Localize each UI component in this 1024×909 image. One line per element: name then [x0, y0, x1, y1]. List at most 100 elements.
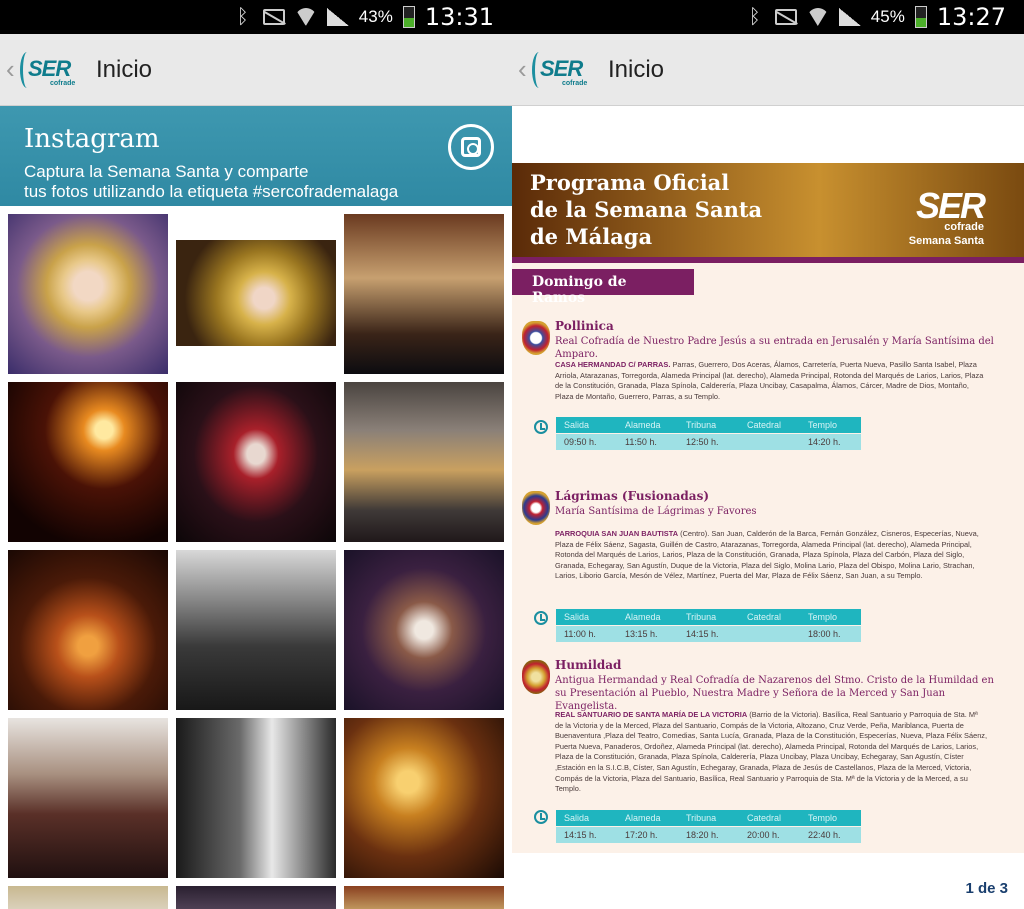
- procession-route: PARROQUIA SAN JUAN BAUTISTA (Centro). Sa…: [555, 529, 988, 582]
- time-tribuna: 14:15 h.: [678, 629, 739, 639]
- program-screen: 45% 13:27 ‹ SER cofrade Inicio Programa …: [512, 0, 1024, 909]
- photo-tile[interactable]: [344, 382, 504, 542]
- photo-grid: [0, 206, 512, 906]
- schedule-table: SalidaAlamedaTribunaCatedralTemplo 14:15…: [556, 810, 861, 843]
- time-salida: 11:00 h.: [556, 629, 617, 639]
- page-indicator: 1 de 3: [965, 880, 1008, 897]
- photo-tile[interactable]: [344, 214, 504, 374]
- instagram-title: Instagram: [24, 124, 488, 154]
- procession-subtitle: María Santísima de Lágrimas y Favores: [555, 505, 995, 518]
- col-templo: Templo: [800, 420, 861, 430]
- time-salida: 14:15 h.: [556, 830, 617, 840]
- wifi-icon: [295, 8, 317, 26]
- brand-subtext-2: Semana Santa: [909, 235, 984, 247]
- battery-percent: 45%: [871, 7, 905, 27]
- program-page[interactable]: Programa Oficial de la Semana Santa de M…: [512, 163, 1024, 853]
- time-templo: 18:00 h.: [800, 629, 861, 639]
- instagram-camera-icon[interactable]: [448, 124, 494, 170]
- logo-text: SER: [540, 56, 582, 82]
- time-templo: 14:20 h.: [800, 437, 861, 447]
- col-alameda: Alameda: [617, 420, 678, 430]
- bluetooth-icon: [747, 8, 765, 26]
- app-logo[interactable]: SER cofrade: [20, 48, 78, 92]
- route-origin: CASA HERMANDAD C/ PARRAS.: [555, 360, 670, 369]
- mute-icon: [263, 9, 285, 25]
- status-bar: 43% 13:31: [0, 0, 512, 34]
- instagram-screen: 43% 13:31 ‹ SER cofrade Inicio Instagram…: [0, 0, 512, 909]
- program-banner: Programa Oficial de la Semana Santa de M…: [512, 163, 1024, 263]
- procession-entry: Humildad Antigua Hermandad y Real Cofrad…: [512, 658, 1024, 848]
- schedule-header: SalidaAlamedaTribunaCatedralTemplo: [556, 417, 861, 433]
- photo-tile[interactable]: [176, 718, 336, 878]
- page-title: Inicio: [96, 56, 152, 84]
- procession-name: Lágrimas (Fusionadas): [555, 489, 709, 503]
- photo-tile[interactable]: [8, 718, 168, 878]
- battery-icon: [915, 6, 927, 28]
- schedule-row: 11:00 h.13:15 h.14:15 h. 18:00 h.: [556, 626, 861, 642]
- instagram-line-2: tus fotos utilizando la etiqueta #sercof…: [24, 182, 488, 202]
- photo-tile[interactable]: [8, 550, 168, 710]
- procession-name: Humildad: [555, 658, 621, 672]
- signal-icon: [839, 8, 861, 26]
- app-logo[interactable]: SER cofrade: [532, 48, 590, 92]
- schedule-row: 09:50 h.11:50 h.12:50 h. 14:20 h.: [556, 434, 861, 450]
- col-alameda: Alameda: [617, 612, 678, 622]
- clock-icon: [534, 420, 548, 434]
- photo-tile[interactable]: [8, 886, 168, 909]
- time-alameda: 13:15 h.: [617, 629, 678, 639]
- photo-tile[interactable]: [344, 550, 504, 710]
- clock-icon: [534, 810, 548, 824]
- col-salida: Salida: [556, 813, 617, 823]
- col-catedral: Catedral: [739, 813, 800, 823]
- photo-tile[interactable]: [176, 886, 336, 909]
- clock-icon: [534, 611, 548, 625]
- col-tribuna: Tribuna: [678, 612, 739, 622]
- photo-tile[interactable]: [176, 550, 336, 710]
- day-heading: Domingo de Ramos: [512, 269, 694, 295]
- route-text: (Barrio de la Victoria). Basílica, Real …: [555, 710, 987, 793]
- clock-time: 13:31: [425, 3, 494, 31]
- col-catedral: Catedral: [739, 420, 800, 430]
- schedule-table: SalidaAlamedaTribunaCatedralTemplo 11:00…: [556, 609, 861, 642]
- battery-percent: 43%: [359, 7, 393, 27]
- program-title-line-2: de la Semana Santa: [530, 196, 762, 223]
- photo-tile[interactable]: [176, 382, 336, 542]
- bluetooth-icon: [235, 8, 253, 26]
- route-origin: REAL SANTUARIO DE SANTA MARÍA DE LA VICT…: [555, 710, 747, 719]
- schedule-row: 14:15 h.17:20 h.18:20 h.20:00 h.22:40 h.: [556, 827, 861, 843]
- col-tribuna: Tribuna: [678, 420, 739, 430]
- col-catedral: Catedral: [739, 612, 800, 622]
- time-templo: 22:40 h.: [800, 830, 861, 840]
- crest-icon: [522, 660, 550, 694]
- photo-tile[interactable]: [344, 886, 504, 909]
- time-alameda: 17:20 h.: [617, 830, 678, 840]
- instagram-banner[interactable]: Instagram Captura la Semana Santa y comp…: [0, 106, 512, 206]
- photo-tile[interactable]: [176, 240, 336, 346]
- procession-route: CASA HERMANDAD C/ PARRAS. Parras, Guerre…: [555, 360, 988, 402]
- procession-name: Pollinica: [555, 319, 614, 333]
- mute-icon: [775, 9, 797, 25]
- program-title: Programa Oficial de la Semana Santa de M…: [530, 169, 762, 250]
- photo-tile[interactable]: [8, 214, 168, 374]
- time-salida: 09:50 h.: [556, 437, 617, 447]
- back-chevron-icon[interactable]: ‹: [518, 54, 532, 85]
- col-templo: Templo: [800, 813, 861, 823]
- brand-subtext: cofrade: [944, 221, 984, 233]
- time-tribuna: 12:50 h.: [678, 437, 739, 447]
- action-bar: ‹ SER cofrade Inicio: [512, 34, 1024, 106]
- crest-icon: [522, 321, 550, 355]
- time-catedral: 20:00 h.: [739, 830, 800, 840]
- time-alameda: 11:50 h.: [617, 437, 678, 447]
- col-salida: Salida: [556, 420, 617, 430]
- procession-entry: Pollinica Real Cofradía de Nuestro Padre…: [512, 319, 1024, 459]
- back-chevron-icon[interactable]: ‹: [6, 54, 20, 85]
- logo-subtext: cofrade: [50, 80, 75, 87]
- procession-route: REAL SANTUARIO DE SANTA MARÍA DE LA VICT…: [555, 710, 988, 795]
- photo-tile[interactable]: [344, 718, 504, 878]
- col-alameda: Alameda: [617, 813, 678, 823]
- photo-tile[interactable]: [8, 382, 168, 542]
- logo-text: SER: [28, 56, 70, 82]
- col-templo: Templo: [800, 612, 861, 622]
- procession-subtitle: Real Cofradía de Nuestro Padre Jesús a s…: [555, 335, 995, 361]
- signal-icon: [327, 8, 349, 26]
